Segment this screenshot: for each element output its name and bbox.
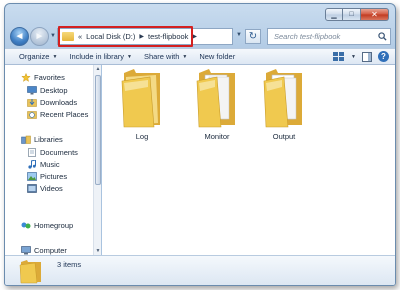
videos-icon	[27, 183, 37, 193]
explorer-window: ▁ □ ✕ ◄ ► ▼ « Local Disk (D:) ▶ test-fli…	[4, 3, 396, 286]
file-list: Log Monitor Output	[102, 65, 395, 255]
chevron-down-icon: ▼	[182, 53, 188, 60]
navigation-pane: Favorites Desktop Downloads Recent Place…	[5, 65, 97, 255]
computer-icon	[21, 245, 31, 254]
folder-icon	[19, 260, 41, 284]
address-overflow-chevron[interactable]: «	[78, 32, 82, 41]
folder-item-output[interactable]: Output	[254, 67, 314, 143]
nav-pictures-label: Pictures	[40, 171, 68, 181]
folder-icon	[263, 69, 302, 128]
forward-arrow-icon: ►	[34, 31, 45, 42]
homegroup-icon	[21, 222, 31, 228]
nav-favorites[interactable]: Favorites	[5, 71, 65, 83]
nav-homegroup-label: Homegroup	[34, 220, 74, 230]
preview-pane-icon[interactable]	[362, 51, 372, 62]
caption-buttons: ▁ □ ✕	[325, 8, 389, 21]
share-with-menu[interactable]: Share with ▼	[138, 52, 193, 61]
details-pane: 3 items	[5, 255, 395, 285]
breadcrumb-test-flipbook[interactable]: test-flipbook	[148, 32, 188, 41]
nav-documents[interactable]: Documents	[5, 146, 78, 158]
organize-label: Organize	[19, 52, 50, 61]
nav-documents-label: Documents	[40, 147, 78, 157]
refresh-icon: ↻	[248, 31, 258, 42]
change-view-icon[interactable]	[333, 51, 345, 62]
search-input[interactable]: Search test-flipbook	[268, 32, 376, 41]
folder-name: Log	[135, 132, 149, 141]
folder-icon	[62, 32, 74, 41]
view-controls: ▼ ?	[333, 51, 389, 62]
scroll-thumb[interactable]	[95, 75, 101, 185]
back-arrow-icon: ◄	[14, 31, 25, 42]
music-icon	[28, 159, 36, 169]
folder-icon	[196, 69, 235, 128]
star-icon	[21, 72, 31, 82]
scroll-down-icon[interactable]: ▼	[94, 247, 102, 255]
folder-item-monitor[interactable]: Monitor	[187, 67, 247, 143]
folder-item-log[interactable]: Log	[112, 67, 172, 143]
nav-pictures[interactable]: Pictures	[5, 170, 67, 182]
help-icon[interactable]: ?	[378, 51, 389, 62]
nav-videos-label: Videos	[40, 183, 63, 193]
refresh-button[interactable]: ↻	[245, 29, 261, 44]
maximize-button[interactable]: □	[343, 8, 361, 21]
nav-recent-places-label: Recent Places	[40, 109, 89, 119]
minimize-button[interactable]: ▁	[325, 8, 343, 21]
nav-desktop[interactable]: Desktop	[5, 84, 68, 96]
close-button[interactable]: ✕	[361, 8, 389, 21]
recent-places-icon	[27, 110, 37, 119]
libraries-icon	[21, 135, 31, 144]
nav-homegroup[interactable]: Homegroup	[5, 219, 73, 231]
folder-name: Output	[272, 132, 296, 141]
new-folder-label: New folder	[199, 52, 236, 61]
nav-computer[interactable]: Computer	[5, 244, 67, 255]
address-history-dropdown[interactable]: ▼	[236, 32, 242, 38]
nav-favorites-label: Favorites	[34, 72, 65, 82]
include-in-library-label: Include in library	[69, 52, 124, 61]
scroll-up-icon[interactable]: ▲	[94, 65, 102, 73]
desktop-icon	[27, 85, 37, 94]
documents-icon	[28, 147, 36, 157]
pictures-icon	[27, 171, 37, 181]
breadcrumb-separator-icon[interactable]: ▶	[192, 33, 197, 40]
nav-music[interactable]: Music	[5, 158, 60, 170]
nav-computer-label: Computer	[34, 245, 67, 255]
share-with-label: Share with	[143, 52, 180, 61]
search-icon[interactable]	[376, 31, 388, 43]
nav-libraries-label: Libraries	[34, 134, 63, 144]
navigation-bar: ◄ ► ▼ « Local Disk (D:) ▶ test-flipbook …	[5, 26, 395, 48]
downloads-icon	[27, 98, 37, 107]
folder-name: Monitor	[204, 132, 230, 141]
address-bar[interactable]: « Local Disk (D:) ▶ test-flipbook ▶	[57, 28, 233, 45]
item-count: 3 items	[57, 260, 82, 269]
back-button[interactable]: ◄	[10, 27, 29, 46]
forward-button[interactable]: ►	[30, 27, 49, 46]
nav-videos[interactable]: Videos	[5, 182, 63, 194]
search-box[interactable]: Search test-flipbook	[267, 28, 391, 45]
breadcrumb-separator-icon[interactable]: ▶	[139, 33, 144, 40]
nav-downloads[interactable]: Downloads	[5, 96, 77, 108]
chevron-down-icon: ▼	[52, 53, 58, 60]
command-bar: Organize ▼ Include in library ▼ Share with…	[5, 48, 395, 65]
nav-downloads-label: Downloads	[40, 97, 78, 107]
nav-music-label: Music	[40, 159, 60, 169]
new-folder-button[interactable]: New folder	[193, 52, 241, 61]
nav-pane-scrollbar[interactable]: ▲ ▼	[93, 65, 101, 255]
include-in-library-menu[interactable]: Include in library ▼	[63, 52, 138, 61]
recent-pages-dropdown[interactable]: ▼	[50, 33, 56, 39]
breadcrumb-local-disk[interactable]: Local Disk (D:)	[86, 32, 135, 41]
chevron-down-icon: ▼	[127, 53, 132, 60]
organize-menu[interactable]: Organize ▼	[5, 52, 63, 61]
nav-libraries[interactable]: Libraries	[5, 133, 63, 145]
nav-desktop-label: Desktop	[40, 85, 68, 95]
nav-recent-places[interactable]: Recent Places	[5, 108, 88, 120]
folder-icon	[121, 69, 160, 128]
view-dropdown-icon[interactable]: ▼	[351, 54, 356, 60]
